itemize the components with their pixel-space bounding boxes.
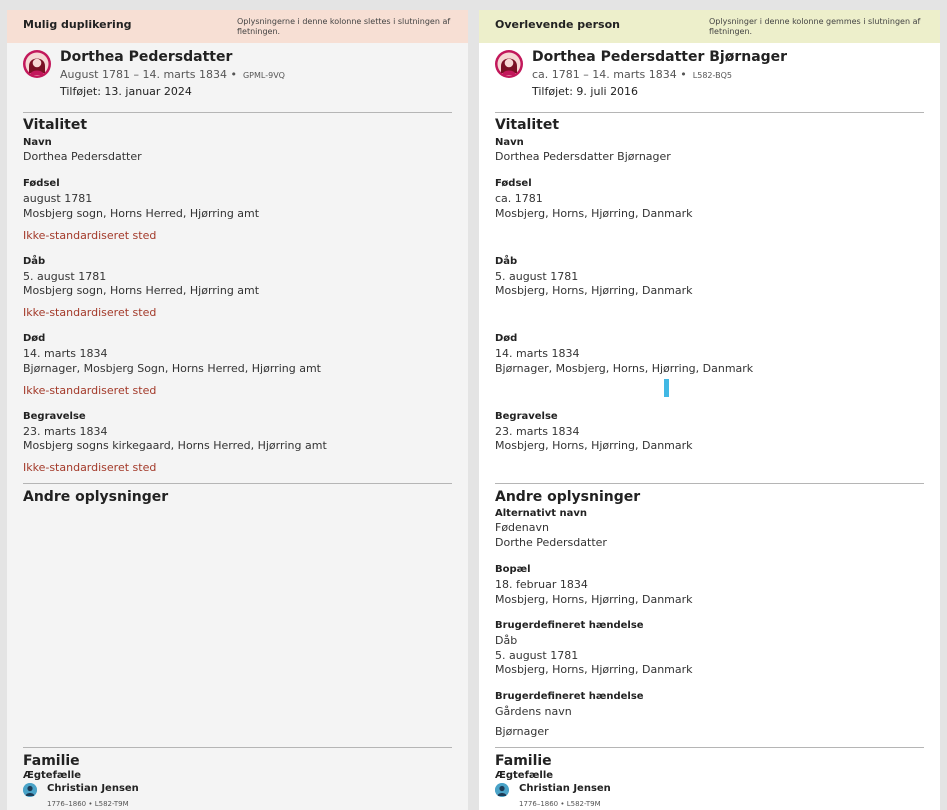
male-avatar-icon [495, 783, 509, 797]
custom-event-label: Brugerdefineret hændelse [495, 620, 644, 631]
birth-place: Mosbjerg sogn, Horns Herred, Hjørring am… [23, 207, 260, 220]
spouse-meta: 1776–1860 • L582-T9M [47, 800, 129, 808]
vital-section-title: Vitalitet [495, 117, 560, 133]
custom-event-date: 5. august 1781 [495, 649, 579, 662]
person-name[interactable]: Dorthea Pedersdatter Bjørnager [532, 49, 787, 65]
death-place: Bjørnager, Mosbjerg Sogn, Horns Herred, … [23, 362, 321, 375]
spouse-label: Ægtefælle [495, 770, 554, 781]
name-label: Navn [23, 137, 52, 148]
birth-date: august 1781 [23, 192, 93, 205]
birth-label: Fødsel [495, 178, 532, 189]
surviving-column-note: Oplysninger i denne kolonne gemmes i slu… [709, 17, 921, 36]
burial-date: 23. marts 1834 [495, 425, 580, 438]
burial-label: Begravelse [23, 411, 86, 422]
baptism-date: 5. august 1781 [495, 270, 579, 283]
residence-label: Bopæl [495, 564, 531, 575]
alt-name-value: Dorthe Pedersdatter [495, 536, 607, 549]
burial-place: Mosbjerg, Horns, Hjørring, Danmark [495, 439, 693, 452]
custom-event-value: Bjørnager [495, 725, 549, 738]
person-id[interactable]: GPML-9VQ [243, 71, 285, 80]
male-avatar-icon [23, 783, 37, 797]
female-avatar-icon [495, 50, 523, 78]
person-added-date: Tilføjet: 13. januar 2024 [60, 85, 192, 98]
baptism-nonstandard-place-warning[interactable]: Ikke-standardiseret sted [23, 306, 156, 319]
death-nonstandard-place-warning[interactable]: Ikke-standardiseret sted [23, 384, 156, 397]
family-section-title: Familie [23, 753, 80, 769]
duplicate-column: Mulig duplikering Oplysningerne i denne … [7, 10, 468, 810]
surviving-column: Overlevende person Oplysninger i denne k… [479, 10, 940, 810]
custom-event-label: Brugerdefineret hændelse [495, 691, 644, 702]
female-avatar-icon [23, 50, 51, 78]
name-value: Dorthea Pedersdatter [23, 150, 142, 163]
death-place: Bjørnager, Mosbjerg, Horns, Hjørring, Da… [495, 362, 754, 375]
alt-name-type: Fødenavn [495, 521, 550, 534]
custom-event-type: Gårdens navn [495, 705, 572, 718]
spouse-meta: 1776–1860 • L582-T9M [519, 800, 601, 808]
birth-nonstandard-place-warning[interactable]: Ikke-standardiseret sted [23, 229, 156, 242]
divider [23, 483, 452, 484]
duplicate-column-note: Oplysningerne i denne kolonne slettes i … [237, 17, 451, 36]
divider [495, 112, 924, 113]
residence-date: 18. februar 1834 [495, 578, 588, 591]
birth-date: ca. 1781 [495, 192, 543, 205]
divider [495, 747, 924, 748]
death-date: 14. marts 1834 [23, 347, 108, 360]
spouse-name[interactable]: Christian Jensen [519, 783, 611, 794]
burial-nonstandard-place-warning[interactable]: Ikke-standardiseret sted [23, 461, 156, 474]
person-id[interactable]: L582-BQ5 [693, 71, 732, 80]
custom-event-place: Mosbjerg, Horns, Hjørring, Danmark [495, 663, 693, 676]
divider [495, 483, 924, 484]
other-info-section-title: Andre oplysninger [495, 489, 641, 505]
baptism-date: 5. august 1781 [23, 270, 107, 283]
burial-date: 23. marts 1834 [23, 425, 108, 438]
baptism-place: Mosbjerg sogn, Horns Herred, Hjørring am… [23, 284, 260, 297]
baptism-label: Dåb [495, 256, 518, 267]
surviving-column-header: Overlevende person Oplysninger i denne k… [479, 10, 940, 43]
person-added-date: Tilføjet: 9. juli 2016 [532, 85, 639, 98]
drag-handle[interactable] [664, 379, 669, 397]
family-section-title: Familie [495, 753, 552, 769]
name-label: Navn [495, 137, 524, 148]
divider [23, 112, 452, 113]
baptism-label: Dåb [23, 256, 46, 267]
spouse-name[interactable]: Christian Jensen [47, 783, 139, 794]
death-label: Død [495, 333, 518, 344]
name-value: Dorthea Pedersdatter Bjørnager [495, 150, 671, 163]
death-label: Død [23, 333, 46, 344]
surviving-column-title: Overlevende person [495, 18, 620, 31]
divider [23, 747, 452, 748]
burial-place: Mosbjerg sogns kirkegaard, Horns Herred,… [23, 439, 327, 452]
birth-place: Mosbjerg, Horns, Hjørring, Danmark [495, 207, 693, 220]
person-lifespan: August 1781 – 14. marts 1834 • GPML-9VQ [60, 68, 285, 81]
person-lifespan: ca. 1781 – 14. marts 1834 • L582-BQ5 [532, 68, 732, 81]
other-info-section-title: Andre oplysninger [23, 489, 169, 505]
custom-event-type: Dåb [495, 634, 518, 647]
death-date: 14. marts 1834 [495, 347, 580, 360]
duplicate-column-header: Mulig duplikering Oplysningerne i denne … [7, 10, 468, 43]
alt-name-label: Alternativt navn [495, 508, 588, 519]
duplicate-column-title: Mulig duplikering [23, 18, 132, 31]
residence-place: Mosbjerg, Horns, Hjørring, Danmark [495, 593, 693, 606]
birth-label: Fødsel [23, 178, 60, 189]
burial-label: Begravelse [495, 411, 558, 422]
baptism-place: Mosbjerg, Horns, Hjørring, Danmark [495, 284, 693, 297]
spouse-label: Ægtefælle [23, 770, 82, 781]
person-name[interactable]: Dorthea Pedersdatter [60, 49, 232, 65]
vital-section-title: Vitalitet [23, 117, 88, 133]
